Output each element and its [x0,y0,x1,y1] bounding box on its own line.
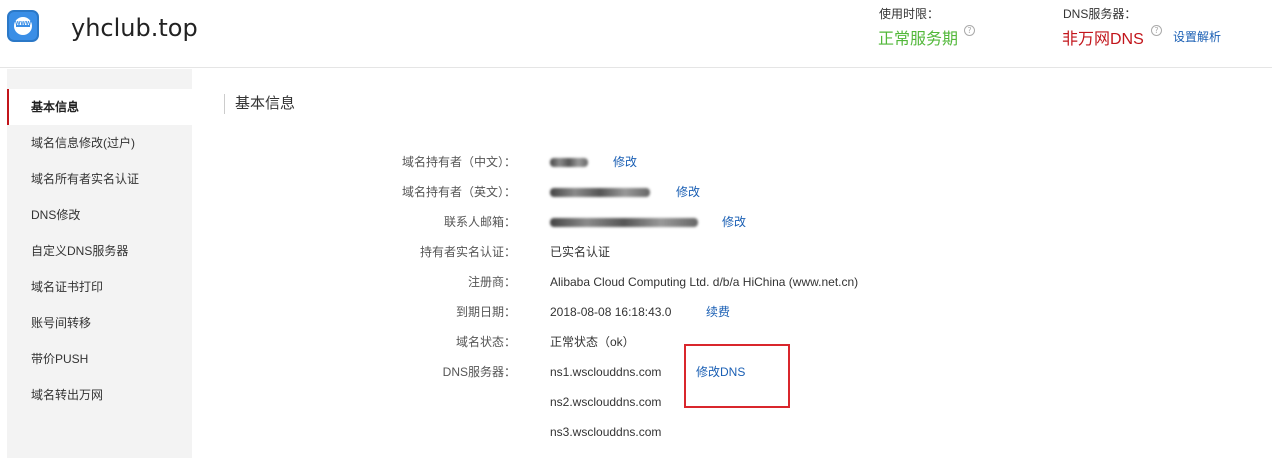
renew-link[interactable]: 续费 [706,302,730,322]
modify-email-link[interactable]: 修改 [722,212,746,232]
dns-server-1: ns1.wsclouddns.com [550,365,662,379]
dns-server-2: ns2.wsclouddns.com [550,395,662,409]
usage-period-label: 使用时限： [879,7,940,21]
section-title: 基本信息 [224,94,295,114]
field-label: 域名持有者（中文）： [401,155,516,169]
domain-globe-icon [7,10,39,42]
field-label: DNS服务器： [442,365,516,379]
field-label: 到期日期： [455,305,516,319]
sidebar-item-dns-modify[interactable]: DNS修改 [7,197,192,233]
top-header: yhclub.top 使用时限： 正常服务期 ? DNS服务器： 非万网DNS … [0,0,1272,68]
sidebar-item-modify-info[interactable]: 域名信息修改(过户) [7,125,192,161]
sidebar-item-transfer-out[interactable]: 域名转出万网 [7,377,192,413]
sidebar-item-price-push[interactable]: 带价PUSH [7,341,192,377]
modify-owner-en-link[interactable]: 修改 [676,182,700,202]
field-label: 持有者实名认证： [419,245,516,259]
dns-server-status: 非万网DNS [1062,31,1144,48]
modify-owner-cn-link[interactable]: 修改 [613,152,637,172]
registrar-value: Alibaba Cloud Computing Ltd. d/b/a HiChi… [550,275,859,289]
field-label: 注册商： [467,275,516,289]
sidebar: 基本信息 域名信息修改(过户) 域名所有者实名认证 DNS修改 自定义DNS服务… [7,69,192,458]
field-label: 联系人邮箱： [443,215,516,229]
highlight-box [684,344,790,408]
usage-period-status: 正常服务期 [878,31,959,48]
sidebar-item-basic-info[interactable]: 基本信息 [7,89,192,125]
verification-status: 已实名认证 [550,245,611,259]
expiry-date: 2018-08-08 16:18:43.0 [550,305,672,319]
domain-status: 正常状态（ok） [550,335,635,349]
set-resolve-link[interactable]: 设置解析 [1173,28,1221,45]
help-icon[interactable]: ? [1151,25,1162,36]
domain-title: yhclub.top [71,14,198,42]
dns-server-3: ns3.wsclouddns.com [550,425,662,439]
redacted-value [550,212,698,232]
sidebar-item-custom-dns[interactable]: 自定义DNS服务器 [7,233,192,269]
dns-server-label: DNS服务器： [1063,7,1137,21]
sidebar-item-account-transfer[interactable]: 账号间转移 [7,305,192,341]
help-icon[interactable]: ? [964,25,975,36]
redacted-value [550,152,588,172]
sidebar-item-certificate-print[interactable]: 域名证书打印 [7,269,192,305]
sidebar-item-owner-verification[interactable]: 域名所有者实名认证 [7,161,192,197]
field-label: 域名状态： [455,335,516,349]
field-label: 域名持有者（英文）： [401,185,516,199]
redacted-value [550,182,650,202]
